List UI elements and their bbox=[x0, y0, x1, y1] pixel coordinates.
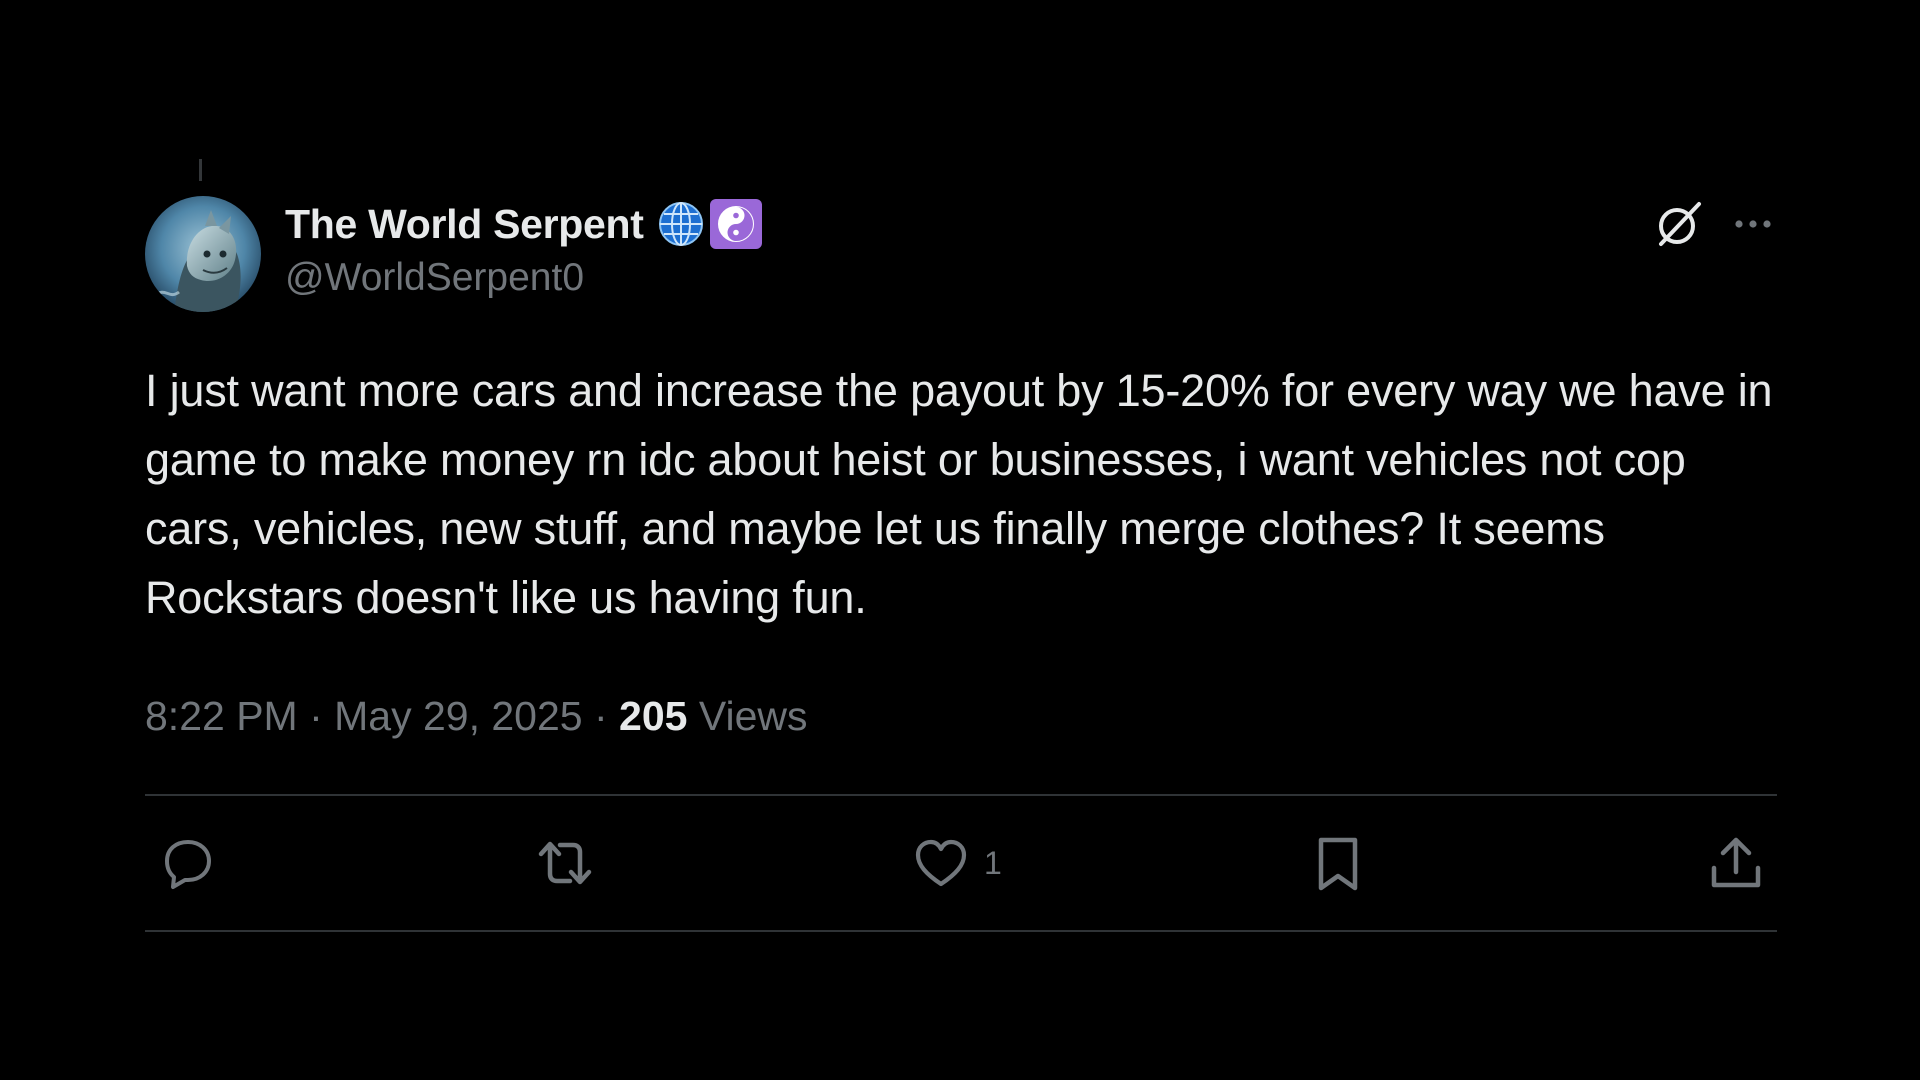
tweet-time[interactable]: 8:22 PM bbox=[145, 693, 298, 740]
display-name[interactable]: The World Serpent bbox=[285, 201, 644, 248]
reply-icon bbox=[165, 840, 211, 889]
avatar-image bbox=[145, 196, 261, 312]
grok-icon[interactable] bbox=[1653, 198, 1705, 250]
tweet: The World Serpent @WorldSerpent0 I just … bbox=[145, 196, 1777, 932]
avatar[interactable] bbox=[145, 196, 261, 312]
bookmark-icon bbox=[1318, 837, 1357, 891]
share-button[interactable] bbox=[1685, 834, 1765, 892]
views-count: 205 bbox=[619, 692, 688, 739]
heart-icon bbox=[915, 839, 967, 887]
globe-icon bbox=[656, 199, 706, 249]
tweet-date[interactable]: May 29, 2025 bbox=[334, 693, 582, 740]
tweet-text: I just want more cars and increase the p… bbox=[145, 365, 1773, 623]
retweet-icon bbox=[538, 841, 591, 885]
like-count: 1 bbox=[984, 844, 1002, 881]
bookmark-button[interactable] bbox=[1309, 834, 1389, 892]
retweet-button[interactable] bbox=[536, 834, 616, 892]
yin-yang-icon bbox=[709, 199, 762, 249]
header-actions bbox=[1653, 196, 1777, 252]
tweet-meta: 8:22 PM · May 29, 2025 · 205 Views bbox=[145, 690, 1777, 742]
tweet-action-bar: 1 bbox=[145, 796, 1777, 930]
thread-connector-line bbox=[199, 159, 202, 181]
divider bbox=[145, 930, 1777, 932]
tweet-header: The World Serpent @WorldSerpent0 bbox=[145, 196, 1777, 312]
author-handle[interactable]: @WorldSerpent0 bbox=[285, 256, 762, 300]
share-icon bbox=[1711, 837, 1761, 888]
author-names: The World Serpent @WorldSerpent0 bbox=[285, 196, 762, 300]
meta-separator: · bbox=[297, 692, 335, 739]
views-label: Views bbox=[698, 692, 808, 739]
more-options-icon[interactable] bbox=[1729, 200, 1777, 248]
display-name-row: The World Serpent bbox=[285, 198, 762, 250]
meta-separator: · bbox=[582, 692, 620, 739]
like-button[interactable]: 1 bbox=[912, 834, 1012, 892]
views-spacer bbox=[687, 693, 698, 740]
reply-button[interactable] bbox=[159, 834, 239, 892]
